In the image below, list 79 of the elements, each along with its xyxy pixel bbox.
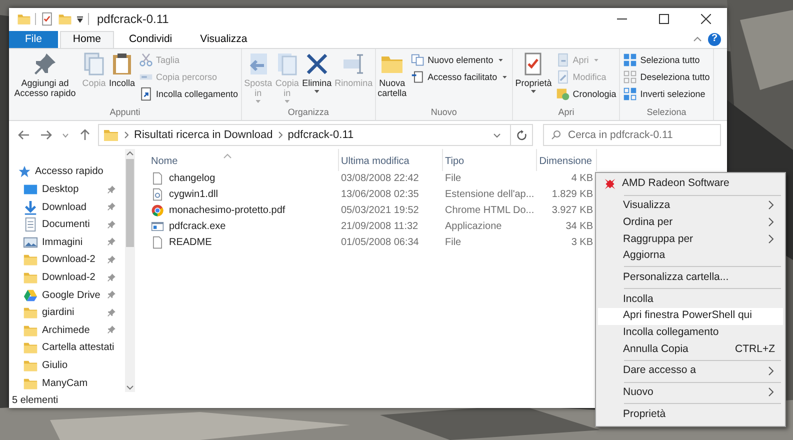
- file-name[interactable]: README: [169, 234, 212, 250]
- table-cell-text: Chrome HTML Do...: [444, 204, 536, 218]
- table-cell-text: File: [444, 172, 462, 186]
- ribbon-tab[interactable]: Home: [60, 31, 114, 48]
- column-header[interactable]: Dimensione: [537, 149, 597, 171]
- ribbon-button[interactable]: Cronologia: [554, 86, 618, 102]
- table-cell-text: 34 KB: [564, 220, 594, 234]
- menu-item[interactable]: Nuovo: [598, 384, 783, 402]
- sidebar-item[interactable]: Accesso rapido: [9, 163, 104, 181]
- search-field[interactable]: Cerca in pdfcrack-0.11: [543, 124, 721, 146]
- sidebar-item[interactable]: Documenti: [9, 216, 90, 234]
- column-header[interactable]: Tipo: [443, 149, 537, 171]
- table-cell-text: 4 KB: [570, 172, 594, 186]
- ribbon-button[interactable]: Deseleziona tutto: [621, 69, 712, 85]
- ribbon-button[interactable]: Seleziona tutto: [621, 52, 712, 68]
- table-cell-text: Applicazione: [444, 220, 503, 234]
- file-name[interactable]: monachesimo-protetto.pdf: [169, 202, 286, 218]
- ribbon-button[interactable]: Nuova cartella: [376, 51, 408, 106]
- group-label: Apri: [557, 106, 576, 119]
- file-name[interactable]: changelog: [169, 171, 216, 186]
- window-title: pdfcrack-0.11: [97, 11, 169, 28]
- sidebar-item[interactable]: Desktop: [9, 180, 79, 198]
- sidebar-item[interactable]: Archimede: [9, 321, 90, 340]
- table-cell-text: 1.829 KB: [550, 188, 594, 202]
- menu-item[interactable]: Aggiorna: [598, 248, 783, 264]
- group-label: Organizza: [286, 106, 330, 119]
- sidebar-item[interactable]: Download: [9, 198, 86, 216]
- table-cell-text: 3.927 KB: [550, 204, 594, 218]
- menu-item[interactable]: Annulla Copia CTRL+Z: [598, 341, 783, 358]
- table-cell-text: Estensione dell'ap...: [444, 188, 536, 202]
- sidebar-item[interactable]: Cartella attestati: [9, 339, 114, 357]
- breadcrumb[interactable]: Risultati ricerca in Download: [134, 126, 273, 144]
- group-label: Nuovo: [430, 106, 458, 119]
- help-button[interactable]: ?: [708, 32, 721, 46]
- menu-item[interactable]: Personalizza cartella...: [598, 269, 783, 286]
- ribbon-tab[interactable]: Visualizza: [187, 31, 260, 48]
- sidebar-item[interactable]: Download-2: [9, 268, 96, 286]
- column-header[interactable]: Nome: [149, 149, 339, 171]
- menu-item[interactable]: Proprietà: [598, 406, 783, 423]
- sidebar-item[interactable]: Google Drive: [9, 286, 100, 304]
- menu-item[interactable]: Raggruppa per: [598, 231, 783, 248]
- sidebar-item[interactable]: Immagini: [9, 233, 83, 252]
- menu-item[interactable]: AMD Radeon Software: [598, 176, 783, 193]
- status-text: 5 elementi: [12, 394, 58, 408]
- address-bar[interactable]: Risultati ricerca in Download pdfcrack-0.11: [98, 124, 533, 146]
- column-header[interactable]: Ultima modifica: [339, 149, 443, 171]
- menu-item[interactable]: Incolla: [598, 291, 783, 308]
- menu-item[interactable]: Ordina per: [598, 214, 783, 232]
- ribbon-button[interactable]: Nuovo elemento: [408, 52, 512, 68]
- table-cell-text: 03/08/2008 22:42: [340, 172, 420, 186]
- sidebar-item[interactable]: Download-2: [9, 251, 96, 269]
- ribbon-button[interactable]: Elimina: [301, 51, 333, 106]
- table-cell-text: File: [444, 236, 462, 250]
- file-name[interactable]: pdfcrack.exe: [169, 218, 226, 234]
- ribbon-button[interactable]: Accesso facilitato: [408, 69, 512, 85]
- sidebar-item[interactable]: Giulio: [9, 356, 68, 374]
- table-cell-text: 01/05/2008 06:34: [340, 236, 420, 250]
- ribbon-button[interactable]: Incolla: [108, 51, 136, 106]
- menu-item[interactable]: Dare accesso a: [598, 362, 783, 380]
- shortcut: CTRL+Z: [735, 342, 775, 357]
- ribbon-tab[interactable]: File: [9, 31, 58, 48]
- ribbon-button[interactable]: Incolla collegamento: [137, 86, 240, 102]
- sidebar-item[interactable]: ManyCam: [9, 374, 88, 392]
- menu-item[interactable]: Apri finestra PowerShell qui: [598, 308, 783, 324]
- ribbon-tab[interactable]: Condividi: [116, 31, 186, 48]
- breadcrumb[interactable]: pdfcrack-0.11: [288, 126, 354, 144]
- table-cell-text: 21/09/2008 11:32: [340, 220, 420, 234]
- ribbon-button[interactable]: Inverti selezione: [621, 86, 712, 102]
- table-cell-text: 13/06/2008 02:35: [340, 188, 420, 202]
- file-name[interactable]: cygwin1.dll: [169, 187, 218, 202]
- table-cell-text: 05/03/2021 19:52: [340, 204, 420, 218]
- menu-item[interactable]: Incolla collegamento: [598, 324, 783, 342]
- group-label: Seleziona: [646, 106, 688, 119]
- menu-item[interactable]: Visualizza: [598, 198, 783, 214]
- ribbon-button[interactable]: Proprietà: [514, 51, 553, 106]
- ribbon-button[interactable]: Aggiungi ad Accesso rapido: [10, 51, 80, 106]
- group-label: Appunti: [108, 106, 142, 119]
- table-cell-text: 3 KB: [570, 236, 594, 250]
- sidebar-item[interactable]: giardini: [9, 304, 74, 322]
